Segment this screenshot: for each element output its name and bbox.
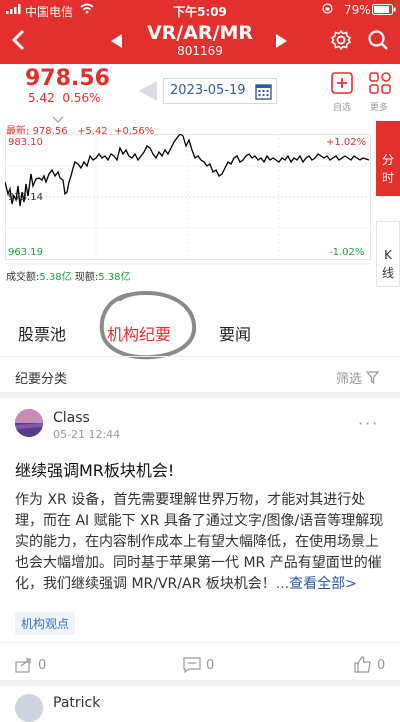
change-percent: 0.56%: [62, 91, 101, 105]
post-time: 05-21 12:44: [53, 428, 121, 441]
post-body[interactable]: 作为 XR 设备，首先需要理解世界万物，才能对其进行处理，而在 AI 赋能下 X…: [15, 490, 387, 595]
volume-value: 5.38亿: [39, 272, 72, 283]
next-stock-icon[interactable]: [276, 33, 288, 52]
grid-menu-icon: [369, 72, 391, 94]
tab-kline[interactable]: K 线: [376, 221, 400, 287]
date-picker[interactable]: 2023-05-19: [163, 78, 277, 104]
tab-intraday[interactable]: 分 时: [376, 121, 400, 196]
lock-rotation-icon: [322, 3, 333, 17]
y-high-label: 983.10: [8, 137, 43, 148]
category-title: 纪要分类: [15, 372, 68, 387]
more-label: 更多: [370, 103, 389, 113]
comment-button[interactable]: [183, 657, 201, 677]
price-line: [5, 134, 370, 207]
author-name[interactable]: Class: [53, 410, 90, 426]
cash-value: 5.38亿: [98, 272, 131, 283]
comment-count: 0: [206, 658, 215, 673]
clock: 下午5:09: [173, 5, 227, 19]
share-button[interactable]: [15, 657, 33, 677]
share-count: 0: [38, 658, 47, 673]
post-tag[interactable]: 机构观点: [15, 612, 76, 635]
divider: [0, 356, 400, 357]
more-button[interactable]: [369, 72, 391, 98]
tab-kline-char2: 线: [381, 266, 394, 280]
tab-kline-char1: K: [384, 248, 392, 262]
battery-percent: 79%: [344, 3, 371, 17]
prev-date-icon[interactable]: [137, 80, 159, 106]
add-watchlist-button[interactable]: [331, 72, 353, 98]
post-divider: [0, 642, 400, 643]
filter-button[interactable]: 筛选: [336, 368, 380, 387]
next-post-avatar[interactable]: [15, 694, 43, 722]
settings-gear-icon[interactable]: [330, 29, 352, 55]
share-icon: [15, 658, 31, 673]
tab-news[interactable]: 要闻: [219, 321, 251, 345]
section-gap-2: [0, 680, 400, 686]
tab-stock-pool[interactable]: 股票池: [18, 321, 66, 345]
add-square-icon: [331, 72, 353, 94]
filter-funnel-icon: [365, 371, 380, 385]
cash-label: 现额:: [74, 272, 99, 283]
pct-high-label: +1.02%: [326, 137, 367, 148]
add-watchlist-label: 自选: [333, 103, 352, 113]
y-mid-label: 973.14: [8, 192, 43, 203]
more-options-icon[interactable]: ···: [358, 414, 379, 433]
search-icon[interactable]: [367, 29, 389, 55]
volume-row: 成交额:5.38亿 现额:5.38亿: [6, 268, 130, 283]
see-all-link[interactable]: ...查看全部>: [276, 576, 357, 592]
post-title[interactable]: 继续强调MR板块机会!: [15, 457, 174, 481]
comment-icon: [183, 657, 201, 674]
date-value: 2023-05-19: [170, 83, 246, 98]
current-price: 978.56: [25, 66, 110, 91]
battery-icon: [372, 4, 396, 18]
thumbs-up-icon: [354, 656, 371, 673]
tab-intraday-char2: 时: [381, 171, 394, 185]
next-post-author[interactable]: Patrick: [53, 695, 100, 711]
change-value: 5.42: [28, 91, 55, 105]
avatar[interactable]: [15, 409, 43, 437]
intraday-chart[interactable]: [5, 134, 371, 272]
tab-intraday-char1: 分: [381, 153, 394, 167]
like-button[interactable]: [354, 656, 372, 677]
y-low-label: 963.19: [8, 247, 43, 258]
like-count: 0: [377, 658, 386, 673]
section-gap: [0, 392, 400, 398]
calendar-icon: [255, 83, 272, 104]
filter-label: 筛选: [336, 372, 363, 387]
top-header: 中国电信 下午5:09 79% VR/AR/MR 801169: [0, 0, 400, 64]
hand-drawn-circle: [99, 290, 197, 360]
volume-label: 成交额:: [6, 272, 40, 283]
pct-low-label: -1.02%: [329, 247, 365, 258]
price-change: 5.42 0.56%: [28, 91, 100, 105]
